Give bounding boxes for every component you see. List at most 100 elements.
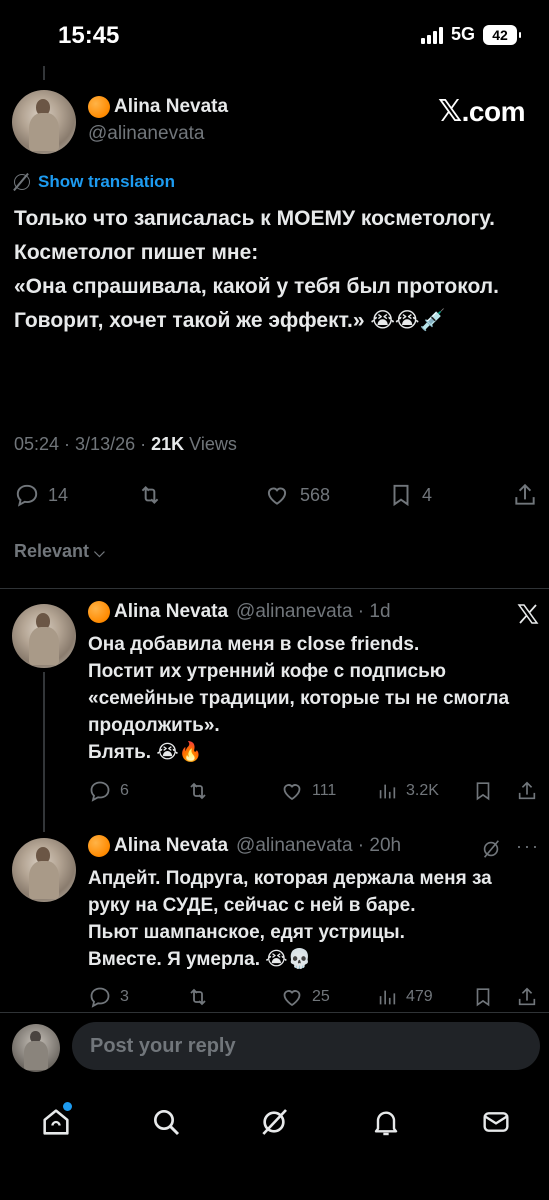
reply-count: 3 — [120, 988, 129, 1005]
like-icon — [283, 784, 301, 801]
share-icon — [515, 483, 535, 505]
tab-home[interactable] — [36, 1102, 76, 1142]
avatar[interactable] — [12, 838, 76, 902]
share-button[interactable] — [512, 482, 538, 508]
messages-icon — [483, 1112, 509, 1132]
author-name: Alina Nevata — [114, 96, 229, 117]
orange-circle-emoji — [88, 96, 110, 118]
post-body: Только что записалась к МОЕМУ косметолог… — [14, 207, 499, 332]
views-count: 3.2K — [406, 782, 439, 799]
bookmark-button[interactable] — [472, 780, 494, 802]
reply-actions: 3 25 479 — [14, 984, 542, 1010]
reply-icon — [90, 987, 110, 1008]
repost-icon — [190, 988, 206, 1006]
views-button[interactable]: 479 — [376, 986, 433, 1008]
divider — [0, 1012, 549, 1013]
repost-button[interactable] — [186, 985, 210, 1009]
reply-button[interactable]: 14 — [14, 482, 68, 508]
x-logo: 𝕏.com — [437, 94, 526, 129]
post-actions: 14 568 4 — [14, 480, 542, 510]
tab-notifications[interactable] — [366, 1102, 406, 1142]
status-bar: 15:45 5G 42 — [0, 0, 549, 70]
avatar[interactable] — [12, 90, 76, 154]
views-label: Views — [189, 434, 237, 454]
reply-meta: @alinanevata · 20h — [236, 835, 402, 856]
reply-button[interactable]: 6 — [88, 779, 129, 803]
repost-button[interactable] — [136, 482, 172, 508]
bookmark-icon — [476, 782, 490, 801]
post-meta: 05:24 · 3/13/26 · 21K Views — [14, 434, 237, 454]
reply-count: 6 — [120, 782, 129, 799]
reply-actions: 6 111 3.2K — [14, 778, 542, 804]
sort-dropdown[interactable]: Relevant ⌵ — [14, 541, 105, 562]
views-icon — [379, 990, 396, 1005]
notifications-icon — [374, 1111, 398, 1136]
reply-author-row[interactable]: Alina Nevata @alinanevata · 20h — [88, 835, 401, 857]
like-button[interactable]: 111 — [280, 779, 336, 803]
avatar[interactable] — [12, 604, 76, 668]
bookmark-button[interactable] — [472, 986, 494, 1008]
reply-count: 14 — [48, 484, 69, 505]
reply-body: Она добавила меня в close friends. Пости… — [88, 634, 510, 763]
views-count: 479 — [406, 988, 433, 1005]
show-translation-link[interactable]: Show translation — [14, 172, 175, 192]
reply-author-row[interactable]: Alina Nevata @alinanevata · 1d — [88, 601, 391, 623]
bookmark-count: 4 — [422, 484, 433, 505]
reply-input-placeholder: Post your reply — [90, 1035, 236, 1057]
like-count: 568 — [300, 484, 331, 505]
post-time: 05:24 — [14, 434, 60, 454]
chevron-down-icon: ⌵ — [94, 544, 105, 560]
signal-icon — [420, 26, 443, 44]
network-type: 5G — [450, 24, 475, 44]
like-button[interactable]: 25 — [280, 985, 330, 1009]
grok-icon — [262, 1109, 287, 1135]
views-button[interactable]: 3.2K — [376, 780, 439, 802]
share-icon — [518, 987, 536, 1006]
author-handle: @alinanevata — [88, 123, 205, 144]
tab-messages[interactable] — [476, 1102, 516, 1142]
more-icon[interactable]: ··· — [516, 836, 540, 857]
bookmark-button[interactable]: 4 — [388, 482, 432, 508]
grok-icon[interactable] — [480, 838, 502, 860]
like-button[interactable]: 568 — [262, 482, 330, 508]
views-count: 21K — [151, 434, 185, 454]
divider — [0, 588, 549, 589]
like-icon — [283, 990, 301, 1007]
share-icon — [518, 781, 536, 800]
status-time: 15:45 — [58, 22, 120, 49]
status-indicators: 5G 42 — [420, 24, 521, 45]
share-button[interactable] — [516, 986, 538, 1008]
bookmark-icon — [393, 484, 409, 507]
repost-button[interactable] — [186, 779, 210, 803]
reply-meta: @alinanevata · 1d — [236, 601, 391, 622]
like-count: 111 — [312, 782, 337, 799]
reply-icon — [90, 781, 110, 802]
tab-grok[interactable] — [254, 1102, 294, 1142]
reply-button[interactable]: 3 — [88, 985, 129, 1009]
share-button[interactable] — [516, 780, 538, 802]
reply-body: Апдейт. Подруга, которая держала меня за… — [88, 868, 492, 970]
views-icon — [379, 784, 396, 799]
like-icon — [267, 487, 287, 505]
reply-author-name: Alina Nevata — [114, 601, 229, 622]
my-avatar[interactable] — [12, 1024, 60, 1072]
like-count: 25 — [312, 988, 330, 1005]
bottom-tab-bar — [0, 1080, 549, 1200]
reply-author-name: Alina Nevata — [114, 835, 229, 856]
author-row[interactable]: Alina Nevata — [88, 96, 228, 118]
tab-search[interactable] — [146, 1102, 186, 1142]
thread-line — [43, 672, 45, 832]
repost-icon — [141, 486, 159, 504]
orange-circle-emoji — [88, 601, 110, 623]
thread-line — [43, 66, 45, 80]
search-icon — [154, 1110, 180, 1136]
bookmark-icon — [476, 988, 490, 1007]
reply-icon — [16, 484, 38, 507]
x-logo-icon — [517, 604, 539, 624]
notification-dot — [63, 1102, 72, 1111]
repost-icon — [190, 782, 206, 800]
battery-level: 42 — [492, 26, 508, 43]
sort-label: Relevant — [14, 541, 90, 561]
orange-circle-emoji — [88, 835, 110, 857]
reply-input[interactable]: Post your reply — [72, 1022, 540, 1070]
